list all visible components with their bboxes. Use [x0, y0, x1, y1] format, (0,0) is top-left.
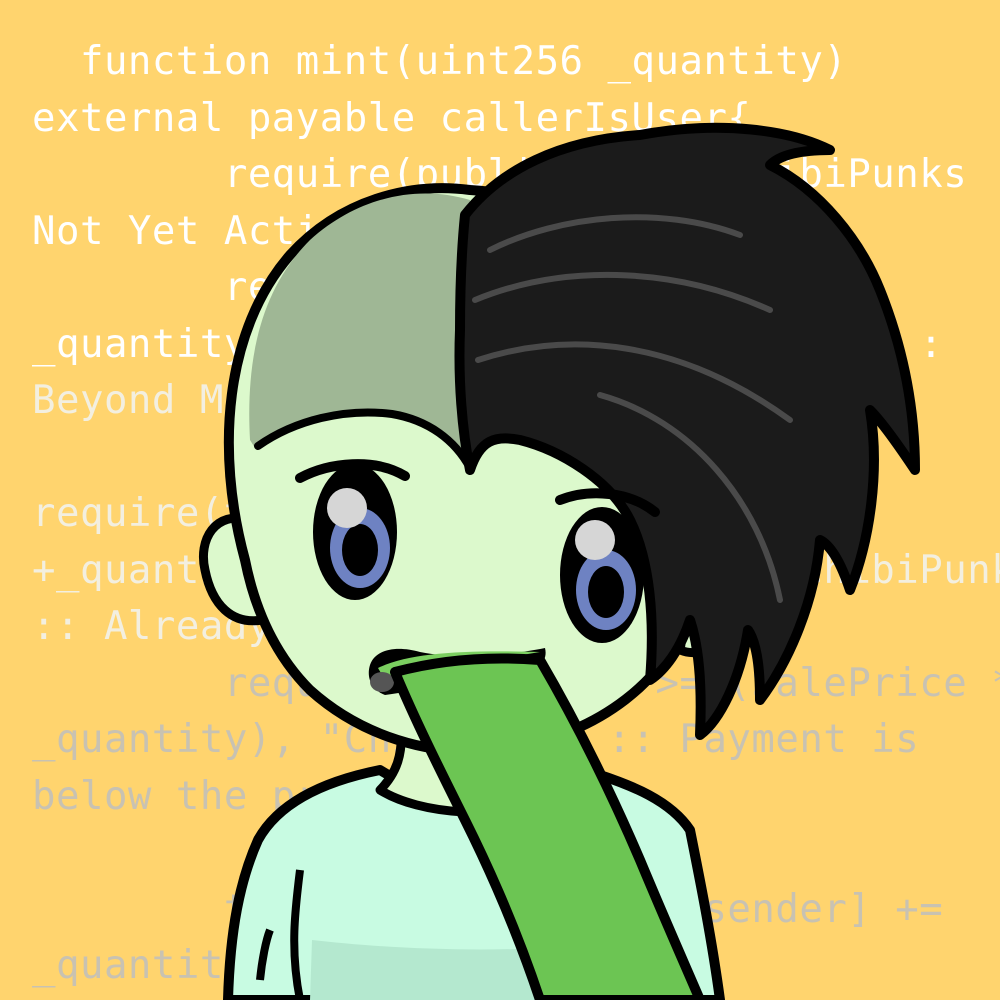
nft-artwork: function mint(uint256 _quantity) external… — [0, 0, 1000, 1000]
chibi-punk-character — [199, 122, 920, 1000]
